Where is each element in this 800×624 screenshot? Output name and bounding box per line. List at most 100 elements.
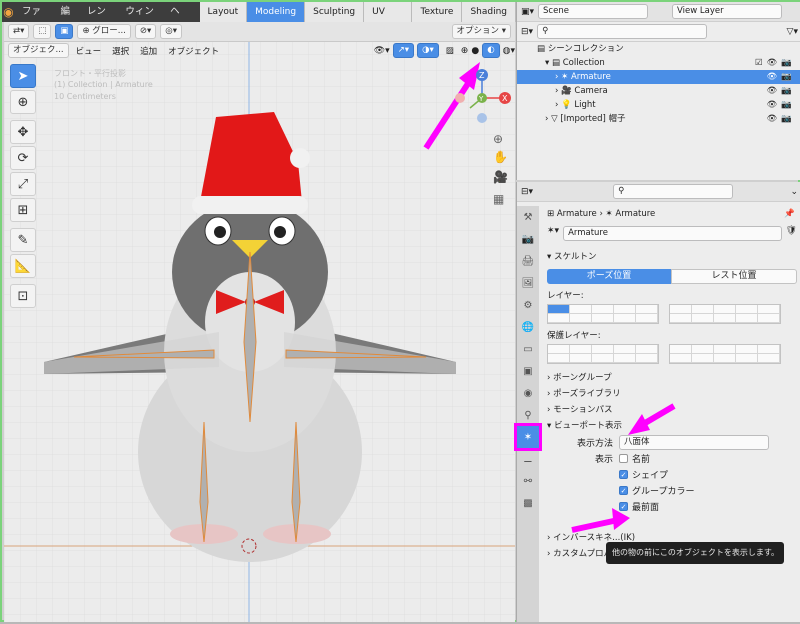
pan-hand-icon[interactable]: ✋ xyxy=(493,150,508,164)
ortho-grid-icon[interactable]: ▦ xyxy=(493,192,504,206)
tool-tab-icon[interactable]: ⚒ xyxy=(517,206,539,228)
transform-tool-icon[interactable]: ⊞ xyxy=(10,198,36,222)
menu-edit[interactable]: 編集 xyxy=(54,2,80,37)
material-shading-icon[interactable]: ◐ xyxy=(482,43,500,58)
group-color-checkbox[interactable]: ✓ xyxy=(619,485,628,495)
rotate-tool-icon[interactable]: ⟳ xyxy=(10,146,36,170)
protected-layer-grid[interactable] xyxy=(541,344,800,364)
armature-name-field[interactable]: Armature xyxy=(563,226,782,241)
scene-selector[interactable]: Scene xyxy=(538,4,649,19)
fake-user-icon[interactable]: 🛡 xyxy=(786,226,797,241)
menu-select[interactable]: 選択 xyxy=(108,45,133,57)
tree-row-imported-hat[interactable]: › ▽ [Imported] 帽子 👁📷 xyxy=(517,112,800,126)
mode-dropdown[interactable]: オブジェク... xyxy=(8,43,69,58)
pin-icon[interactable]: 📌 xyxy=(784,206,795,222)
render-tab-icon[interactable]: 📷 xyxy=(517,228,539,250)
section-pose-library[interactable]: › ポーズライブラリ xyxy=(541,386,800,402)
visibility-icons[interactable]: 👁📷 xyxy=(767,112,796,126)
menu-add[interactable]: 追加 xyxy=(136,45,161,57)
world-tab-icon[interactable]: 🌐 xyxy=(517,316,539,338)
tab-texture-paint[interactable]: Texture Paint xyxy=(412,2,463,37)
rest-position-button[interactable]: レスト位置 xyxy=(671,269,797,284)
visibility-icons[interactable]: 👁📷 xyxy=(767,98,796,112)
show-name-checkbox[interactable] xyxy=(619,453,628,463)
armature-icon: ✶ xyxy=(605,209,616,219)
view-layer-selector[interactable]: View Layer xyxy=(672,4,783,19)
pose-position-button[interactable]: ポーズ位置 xyxy=(547,269,671,284)
select-mode-button[interactable]: ⬚ xyxy=(33,24,52,39)
section-bone-groups[interactable]: › ボーングループ xyxy=(541,370,800,386)
move-tool-icon[interactable]: ✥ xyxy=(10,120,36,144)
tab-sculpting[interactable]: Sculpting xyxy=(305,2,365,22)
tab-layout[interactable]: Layout xyxy=(199,2,248,22)
object-tab-icon[interactable]: ▣ xyxy=(517,360,539,382)
armature-icon: ✶▾ xyxy=(547,226,560,236)
physics-tab-icon[interactable]: ◉ xyxy=(517,382,539,404)
visibility-icons[interactable]: 👁📷 xyxy=(767,84,796,98)
display-method-dropdown[interactable]: 八面体 xyxy=(619,434,769,450)
outliner-search[interactable]: ⚲ xyxy=(537,24,708,39)
editor-type-button[interactable]: ⇄▾ xyxy=(8,24,30,39)
in-front-row: ✓ 最前面 xyxy=(541,498,800,514)
menu-object[interactable]: オブジェクト xyxy=(164,45,223,57)
menu-view[interactable]: ビュー xyxy=(72,45,106,57)
visibility-icons[interactable]: 👁📷 xyxy=(767,70,796,84)
xray-icon[interactable]: ▨ xyxy=(442,46,458,56)
tab-uv-editing[interactable]: UV Editing xyxy=(364,2,413,37)
cursor-tool-icon[interactable]: ⊕ xyxy=(10,90,36,114)
add-cube-tool-icon[interactable]: ⊡ xyxy=(10,284,36,308)
tree-row-scene-collection[interactable]: ▤ シーンコレクション xyxy=(517,42,800,56)
pivot-dropdown[interactable]: ⊕ グロー... xyxy=(77,24,131,39)
layer-grid[interactable] xyxy=(541,304,800,324)
tab-modeling[interactable]: Modeling xyxy=(247,2,306,22)
solid-shading-icon[interactable]: ● xyxy=(471,46,479,56)
menu-help[interactable]: ヘルプ xyxy=(163,2,195,57)
3d-viewport[interactable]: ⇄▾ ⬚ ▣ ⊕ グロー... ⊘▾ ◎▾ オプション ▾ オブジェク... ビ… xyxy=(4,22,515,622)
visibility-icons[interactable]: ☑👁📷 xyxy=(755,56,796,70)
options-dropdown[interactable]: オプション ▾ xyxy=(451,24,511,39)
section-skeleton[interactable]: ▾ スケルトン xyxy=(541,249,800,265)
visibility-icon[interactable]: 👁▾ xyxy=(374,46,390,56)
search-icon: ⚲ xyxy=(542,26,549,36)
measure-tool-icon[interactable]: 📐 xyxy=(10,254,36,278)
in-front-checkbox[interactable]: ✓ xyxy=(619,501,628,511)
camera-view-icon[interactable]: 🎥 xyxy=(493,170,508,184)
select-tool-icon[interactable]: ➤ xyxy=(10,64,36,88)
snap-button[interactable]: ⊘▾ xyxy=(134,24,157,39)
menu-render[interactable]: レンダー xyxy=(80,2,119,37)
view-layer-tab-icon[interactable]: 🖼 xyxy=(517,272,539,294)
tree-row-collection[interactable]: ▾ ▤ Collection ☑👁📷 xyxy=(517,56,800,70)
menu-file[interactable]: ファイル xyxy=(15,2,54,37)
zoom-icon[interactable]: ⊕ xyxy=(493,132,503,146)
tree-row-light[interactable]: › 💡 Light 👁📷 xyxy=(517,98,800,112)
armature-data-tab-icon[interactable]: ✶ xyxy=(514,423,542,451)
scale-tool-icon[interactable]: ⤢ xyxy=(10,172,36,196)
tree-row-camera[interactable]: › 🎥 Camera 👁📷 xyxy=(517,84,800,98)
section-motion-paths[interactable]: › モーションパス xyxy=(541,402,800,418)
collection-tab-icon[interactable]: ▭ xyxy=(517,338,539,360)
menu-window[interactable]: ウィンドウ xyxy=(118,2,163,37)
rendered-shading-icon[interactable]: ◍▾ xyxy=(503,46,515,56)
filter-icon[interactable]: ▽▾ xyxy=(787,27,798,37)
texture-tab-icon[interactable]: ▩ xyxy=(517,492,539,514)
bone-tab-icon[interactable]: ⚊ xyxy=(517,448,539,470)
scene-icon[interactable]: ▣▾ xyxy=(521,7,534,17)
navigation-gizmo[interactable]: Z X Y xyxy=(452,66,512,126)
annotate-tool-icon[interactable]: ✎ xyxy=(10,228,36,252)
tab-shading[interactable]: Shading xyxy=(462,2,516,22)
constraints-tab-icon[interactable]: ⚲ xyxy=(517,404,539,426)
wireframe-shading-icon[interactable]: ⊕ xyxy=(461,46,469,56)
overlay-toggle[interactable]: ◑▾ xyxy=(417,43,439,58)
display-mode-icon[interactable]: ⊟▾ xyxy=(521,27,533,37)
show-shape-checkbox[interactable]: ✓ xyxy=(619,469,628,479)
tree-row-armature[interactable]: › ✶ Armature 👁📷 xyxy=(517,70,800,84)
bone-constraint-tab-icon[interactable]: ⚯ xyxy=(517,470,539,492)
output-tab-icon[interactable]: 🖨 xyxy=(517,250,539,272)
section-viewport-display[interactable]: ▾ ビューポート表示 xyxy=(541,418,800,434)
gizmo-toggle[interactable]: ↗▾ xyxy=(392,43,415,58)
transform-orientation[interactable]: ▣ xyxy=(55,24,74,39)
proportional-button[interactable]: ◎▾ xyxy=(160,24,182,39)
scene-tab-icon[interactable]: ⚙ xyxy=(517,294,539,316)
blender-logo-icon[interactable]: ◉ xyxy=(2,2,15,22)
properties-type-icon[interactable]: ⊟▾ xyxy=(521,187,533,197)
